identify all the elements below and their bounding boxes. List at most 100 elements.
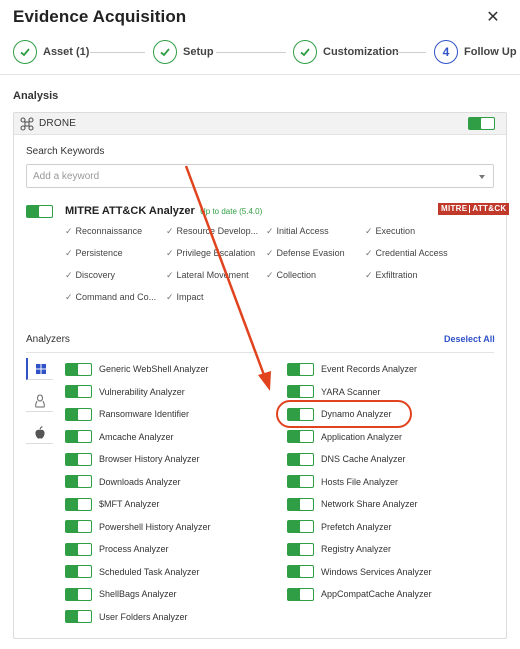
analyzer-toggle[interactable] <box>287 520 314 533</box>
mitre-logo: MITRE ATT&CK <box>438 203 510 215</box>
tactic-item: ✓ Reconnaissance <box>65 226 163 237</box>
check-icon <box>293 40 317 64</box>
analyzer-label: Prefetch Analyzer <box>321 521 392 532</box>
analyzer-item[interactable]: Dynamo Analyzer <box>287 407 392 421</box>
analyzer-item[interactable]: Browser History Analyzer <box>65 452 200 466</box>
tactic-label: Exfiltration <box>375 270 418 280</box>
analyzer-item[interactable]: Application Analyzer <box>287 430 402 444</box>
analyzer-toggle[interactable] <box>65 497 92 511</box>
windows-icon[interactable] <box>26 358 53 380</box>
tactic-label: Persistence <box>75 248 123 258</box>
analyzer-toggle[interactable] <box>65 430 92 443</box>
analyzer-toggle[interactable] <box>287 475 314 488</box>
analyzer-item[interactable]: DNS Cache Analyzer <box>287 452 406 466</box>
analyzer-toggle[interactable] <box>65 520 92 533</box>
analyzer-label: Ransomware Identifier <box>99 409 190 419</box>
analyzer-toggle[interactable] <box>287 452 314 466</box>
tactic-item: ✓ Impact <box>166 292 264 303</box>
tactic-item: ✓ Command and Co... <box>65 292 163 303</box>
analyzer-toggle[interactable] <box>287 587 314 601</box>
tactic-label: Resource Develop... <box>176 226 259 236</box>
analyzer-toggle[interactable] <box>65 542 92 556</box>
analyzers-label: Analyzers <box>26 334 70 345</box>
analyzer-toggle[interactable] <box>287 385 314 398</box>
step-customization[interactable]: Customization <box>293 36 399 68</box>
tactic-item: ✓ Persistence <box>65 248 163 259</box>
check-icon: ✓ <box>365 270 373 280</box>
analyzer-item[interactable]: Ransomware Identifier <box>65 407 189 421</box>
check-icon <box>153 40 177 64</box>
step-connector <box>216 52 286 53</box>
analyzer-toggle[interactable] <box>65 452 92 466</box>
analyzer-toggle[interactable] <box>65 475 92 488</box>
mitre-logo-left: MITRE <box>441 204 468 213</box>
check-icon: ✓ <box>166 292 174 302</box>
modal-title: Evidence Acquisition <box>13 7 187 26</box>
analyzer-toggle[interactable] <box>65 407 92 421</box>
analyzer-item[interactable]: Network Share Analyzer <box>287 497 418 511</box>
analyzer-item[interactable]: Hosts File Analyzer <box>287 475 398 489</box>
analyzer-item[interactable]: Process Analyzer <box>65 542 169 556</box>
analyzer-label: Event Records Analyzer <box>321 364 418 374</box>
analyzer-label: AppCompatCache Analyzer <box>321 589 432 599</box>
mitre-title: MITRE ATT&CK Analyzer <box>65 205 195 217</box>
step-follow-up[interactable]: 4 Follow Up <box>434 36 517 68</box>
step-setup[interactable]: Setup <box>153 36 214 68</box>
analyzer-toggle[interactable] <box>65 565 92 578</box>
analyzer-toggle[interactable] <box>287 497 314 511</box>
step-label: Follow Up <box>464 46 517 58</box>
analyzer-toggle[interactable] <box>65 587 92 601</box>
analyzer-label: $MFT Analyzer <box>99 499 160 509</box>
analyzer-item[interactable]: YARA Scanner <box>287 385 380 399</box>
analyzer-item[interactable]: Event Records Analyzer <box>287 362 417 376</box>
analyzer-item[interactable]: Registry Analyzer <box>287 542 391 556</box>
analyzer-toggle[interactable] <box>65 610 92 623</box>
analyzer-item[interactable]: AppCompatCache Analyzer <box>287 587 432 601</box>
tactic-label: Execution <box>375 226 416 236</box>
step-asset[interactable]: Asset (1) <box>13 36 89 68</box>
analyzer-item[interactable]: Prefetch Analyzer <box>287 520 392 534</box>
analyzer-toggle[interactable] <box>65 385 92 398</box>
analyzer-label: Hosts File Analyzer <box>321 476 399 487</box>
analyzer-toggle[interactable] <box>287 407 314 421</box>
analyzer-item[interactable]: Windows Services Analyzer <box>287 565 432 579</box>
chevron-down-icon[interactable] <box>479 175 485 179</box>
close-icon[interactable]: ✕ <box>484 7 502 27</box>
analyzer-item[interactable]: $MFT Analyzer <box>65 497 159 511</box>
tactic-label: Defense Evasion <box>276 248 345 258</box>
step-label: Setup <box>183 46 214 58</box>
analyzer-item[interactable]: Amcache Analyzer <box>65 430 174 444</box>
tactic-item: ✓ Privilege Escalation <box>166 248 264 259</box>
analyzer-toggle[interactable] <box>287 362 314 376</box>
check-icon: ✓ <box>166 248 174 258</box>
tactic-item: ✓ Initial Access <box>266 226 364 237</box>
analyzer-label: Network Share Analyzer <box>321 499 418 509</box>
tactic-label: Collection <box>276 270 317 280</box>
analyzer-item[interactable]: Vulnerability Analyzer <box>65 385 185 399</box>
analyzer-toggle[interactable] <box>287 430 314 443</box>
keyword-field[interactable] <box>26 164 494 188</box>
deselect-all-button[interactable]: Deselect All <box>444 334 495 344</box>
analyzer-toggle[interactable] <box>287 565 314 578</box>
drone-toggle[interactable] <box>468 117 495 130</box>
tactic-item: ✓ Collection <box>266 270 364 281</box>
analyzer-item[interactable]: User Folders Analyzer <box>65 610 188 624</box>
mitre-toggle[interactable] <box>26 205 53 218</box>
analyzer-item[interactable]: Powershell History Analyzer <box>65 520 211 534</box>
apple-icon[interactable] <box>26 422 53 444</box>
analyzer-item[interactable]: Downloads Analyzer <box>65 475 181 489</box>
tactic-label: Initial Access <box>276 226 329 236</box>
analyzer-item[interactable]: Generic WebShell Analyzer <box>65 362 208 376</box>
analyzer-toggle[interactable] <box>287 542 314 556</box>
check-icon: ✓ <box>65 292 73 302</box>
linux-icon[interactable] <box>26 390 53 412</box>
analyzer-label: YARA Scanner <box>321 386 381 397</box>
analyzer-item[interactable]: Scheduled Task Analyzer <box>65 565 199 579</box>
drone-panel-header: DRONE <box>14 113 506 135</box>
keyword-input[interactable] <box>33 165 453 187</box>
drone-label: DRONE <box>39 118 77 129</box>
check-icon: ✓ <box>65 248 73 258</box>
analyzer-label: Downloads Analyzer <box>99 476 181 487</box>
analyzer-item[interactable]: ShellBags Analyzer <box>65 587 177 601</box>
analyzer-toggle[interactable] <box>65 362 92 376</box>
